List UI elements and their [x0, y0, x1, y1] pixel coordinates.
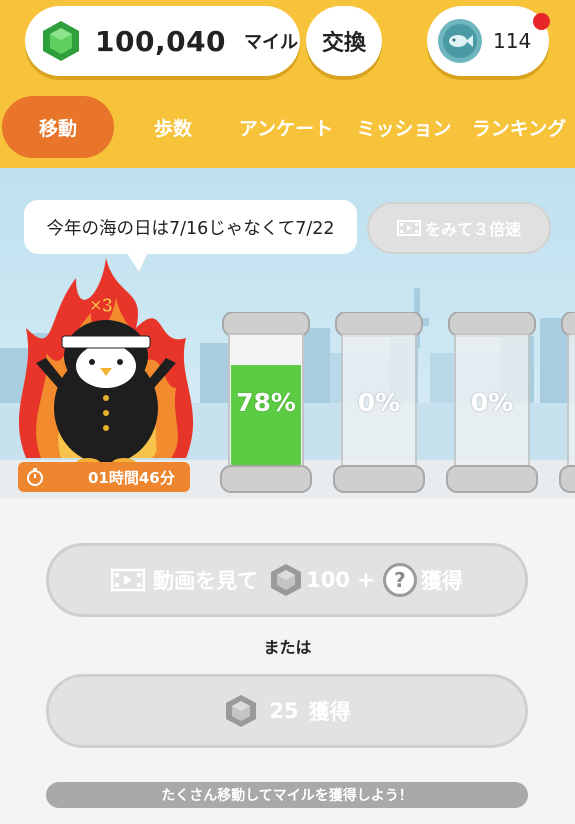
- timer-text: 01時間46分: [88, 468, 175, 487]
- video-prefix-label: 動画を見て: [153, 569, 259, 593]
- speech-bubble: 今年の海の日は7/16じゃなくて7/22: [24, 200, 357, 254]
- watch-video-3x-button[interactable]: をみて３倍速: [367, 202, 551, 254]
- or-separator: または: [263, 638, 312, 657]
- penguin-on-fire-illustration: ×3: [18, 258, 194, 468]
- multiplier-badge: ×3: [90, 295, 113, 317]
- miles-value: 100,040: [95, 24, 227, 58]
- stopwatch-icon: [27, 468, 43, 486]
- fish-coin-icon: [438, 19, 482, 63]
- video-film-icon: [396, 220, 421, 236]
- watch-video-label: をみて３倍速: [424, 220, 521, 239]
- fish-count: 114: [493, 29, 532, 53]
- jar-graphic: [559, 312, 575, 493]
- jar-percent: 0%: [357, 388, 401, 417]
- fuel-jar-3: 0%: [445, 311, 539, 494]
- notification-badge: [533, 13, 550, 30]
- hint-banner: たくさん移動してマイルを獲得しよう！: [46, 782, 528, 808]
- jar-percent: 78%: [236, 388, 296, 417]
- jar-percent: 0%: [470, 388, 514, 417]
- miles-unit: マイル: [244, 32, 299, 53]
- mystery-bonus-icon: ?: [382, 563, 417, 597]
- miles-display[interactable]: 100,040 マイル: [25, 6, 300, 76]
- fuel-jar-1: 78%: [219, 311, 313, 494]
- gray-gem-icon: [226, 695, 257, 727]
- tab-move[interactable]: 移動: [2, 96, 114, 158]
- watch-video-earn-button[interactable]: 動画を見て 100 + ? 獲得: [46, 543, 528, 617]
- fish-counter[interactable]: 114: [427, 6, 549, 76]
- video-suffix-label: 獲得: [420, 569, 463, 593]
- video-film-icon: [111, 568, 146, 592]
- tab-bar: 移動 歩数 アンケート ミッション ランキング: [0, 96, 575, 158]
- top-bar: 100,040 マイル 交換 114 移動 歩数 アンケート ミッション ランキ…: [0, 0, 575, 168]
- exchange-button[interactable]: 交換: [306, 6, 382, 76]
- tab-missions[interactable]: ミッション: [352, 96, 456, 158]
- tab-steps[interactable]: 歩数: [125, 96, 221, 158]
- fuel-jar-2: 0%: [332, 311, 426, 494]
- mystery-symbol: ?: [394, 568, 406, 592]
- tab-survey[interactable]: アンケート: [236, 96, 336, 158]
- tab-ranking[interactable]: ランキング: [464, 96, 574, 158]
- earn-amount-label: 25: [269, 699, 299, 723]
- earn-miles-button[interactable]: 25 獲得: [46, 674, 528, 748]
- gem-icon: [43, 21, 79, 61]
- gray-gem-icon: [271, 564, 302, 596]
- fuel-jar-partial: [558, 312, 575, 494]
- video-amount-label: 100 +: [306, 568, 375, 592]
- travel-timer: 01時間46分: [18, 462, 190, 492]
- earn-suffix-label: 獲得: [308, 700, 351, 724]
